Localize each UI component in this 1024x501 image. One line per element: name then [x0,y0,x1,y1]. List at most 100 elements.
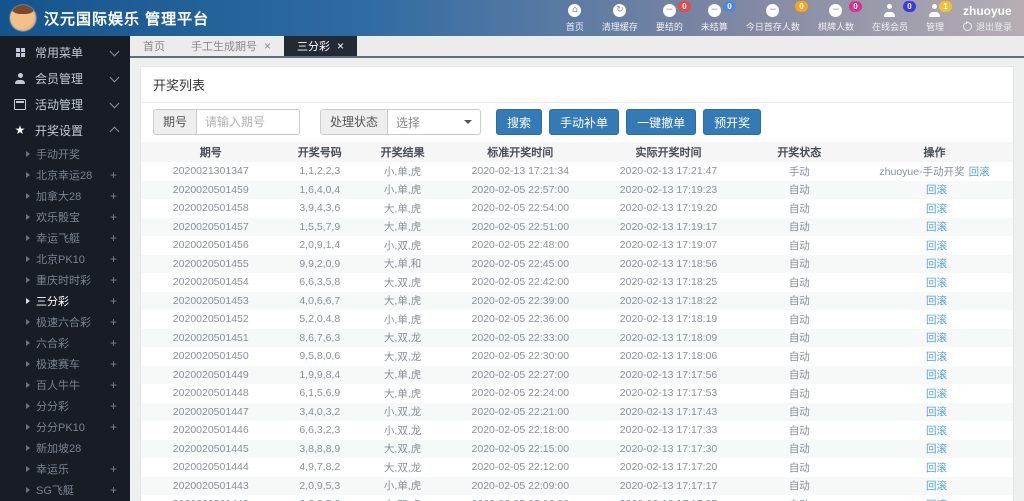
cell-operation: 回滚 [856,273,1013,292]
rollback-link[interactable]: 回滚 [926,221,947,233]
pre-draw-button[interactable]: 预开奖 [703,109,762,135]
sidebar-item[interactable]: 北京幸运28 + [0,164,130,185]
sidebar-group-grid[interactable]: 常用菜单 [0,39,130,65]
sidebar-group-activity[interactable]: 活动管理 [0,91,130,117]
tab-三分彩[interactable]: 三分彩 × [284,36,358,56]
column-header: 开奖结果 [358,142,447,162]
search-button[interactable]: 搜索 [496,109,543,135]
plus-icon[interactable]: + [110,274,117,286]
plus-icon[interactable]: + [110,379,117,391]
status-select-value: 选择 [396,115,421,130]
plus-icon[interactable]: + [110,169,117,181]
sidebar-item[interactable]: 北京PK10 + [0,248,130,269]
sidebar-item[interactable]: 极速六合彩 + [0,311,130,332]
plus-icon[interactable]: + [110,295,117,307]
rollback-link[interactable]: 回滚 [926,369,947,381]
rollback-link[interactable]: 回滚 [926,184,947,196]
header-nav-item-pending-settle[interactable]: − 要结的 0 [647,0,692,36]
plus-icon[interactable]: + [110,232,117,244]
header-nav-item-admin[interactable]: 管理 1 [917,0,953,36]
cell-result: 大,单,虎 [383,221,422,234]
today-first-deposit-icon: − [766,3,780,17]
rollback-link[interactable]: 回滚 [926,277,947,289]
table-row: 2020020501448 6,1,5,6,9 大,单,虎 2020-02-05 22… [141,384,1013,403]
status-select[interactable]: 选择 [387,109,482,135]
close-icon[interactable]: × [337,40,344,52]
one-key-cancel-button[interactable]: 一键撤单 [626,109,697,135]
plus-icon[interactable]: + [110,337,117,349]
header-nav-item-today-first-deposit[interactable]: − 今日首存人数 0 [737,0,809,36]
sidebar-item[interactable]: 分分PK10 + [0,416,130,437]
rollback-link[interactable]: 回滚 [926,351,947,363]
plus-icon[interactable]: + [110,421,117,433]
plus-icon[interactable]: + [110,190,117,202]
rollback-link[interactable]: 回滚 [926,443,947,455]
plus-icon[interactable]: + [110,400,117,412]
operation-text: zhuoyue-手动开奖 [879,165,965,178]
sidebar-item[interactable]: 分分彩 + [0,395,130,416]
sidebar-item[interactable]: SG飞艇 + [0,479,130,500]
rollback-link[interactable]: 回滚 [926,240,947,252]
sidebar-item[interactable]: 幸运飞艇 + [0,227,130,248]
cell-standard-time: 2020-02-05 22:45:00 [471,257,570,270]
sidebar-group-member[interactable]: 会员管理 [0,65,130,91]
rollback-link[interactable]: 回滚 [926,406,947,418]
cell-numbers: 4,0,6,6,7 [299,294,341,307]
cell-status: 自动 [788,239,810,252]
sidebar-group-star[interactable]: ★ 开奖设置 [0,117,130,143]
sidebar-item[interactable]: 重庆时时彩 + [0,269,130,290]
cell-standard-time: 2020-02-05 22:30:00 [471,350,570,363]
header-nav-item-home[interactable]: ⌂ 首页 [557,0,593,36]
sidebar-item[interactable]: 极速赛车 + [0,353,130,374]
rollback-link[interactable]: 回滚 [926,203,947,215]
rollback-link[interactable]: 回滚 [926,295,947,307]
sidebar-item[interactable]: 三分彩 + [0,290,130,311]
avatar[interactable] [10,5,36,31]
chevron-up-icon [109,126,120,137]
header-nav-item-player-count[interactable]: − 棋牌人数 0 [809,0,863,36]
caret-right-icon [26,150,30,157]
sidebar-item[interactable]: 幸运乐 + [0,458,130,479]
rollback-link[interactable]: 回滚 [926,258,947,270]
rollback-link[interactable]: 回滚 [926,425,947,437]
issue-input[interactable] [196,109,301,135]
cell-numbers: 1,9,9,8,4 [299,368,341,381]
logout-button[interactable]: 退出登录 [962,20,1012,33]
plus-icon[interactable]: + [110,358,117,370]
plus-icon[interactable]: + [110,463,117,475]
rollback-link[interactable]: 回滚 [926,314,947,326]
rollback-link[interactable]: 回滚 [926,480,947,492]
cell-actual-time: 2020-02-13 17:17:56 [619,368,718,381]
header-nav-item-online-members[interactable]: 在线会员 0 [863,0,917,36]
close-icon[interactable]: × [264,40,271,52]
online-members-icon [883,3,896,17]
cell-operation: 回滚 [856,255,1013,274]
rollback-link[interactable]: 回滚 [926,332,947,344]
plus-icon[interactable]: + [110,484,117,496]
username[interactable]: zhuoyue [963,4,1012,18]
plus-icon[interactable]: + [110,253,117,265]
caret-right-icon [26,360,30,367]
sidebar-item[interactable]: 欢乐骰宝 + [0,206,130,227]
sidebar-item[interactable]: 百人牛牛 + [0,374,130,395]
header-nav-item-unsettled[interactable]: − 未结算 0 [692,0,737,36]
manual-supplement-button[interactable]: 手动补单 [549,109,620,135]
rollback-link[interactable]: 回滚 [926,462,947,474]
sidebar-item[interactable]: 加拿大28 + [0,185,130,206]
sidebar-item[interactable]: 新加坡28 [0,437,130,458]
tab-首页[interactable]: 首页 [130,36,178,56]
tab-手工生成期号[interactable]: 手工生成期号 × [178,36,284,56]
sidebar-item-label: 分分PK10 [36,421,85,434]
cell-operation: 回滚 [856,292,1013,311]
rollback-link[interactable]: 回滚 [926,388,947,400]
rollback-link[interactable]: 回滚 [969,166,990,178]
sidebar-item[interactable]: 手动开奖 [0,143,130,164]
cell-result: 大,单,和 [383,258,422,271]
plus-icon[interactable]: + [110,316,117,328]
header-nav-item-clear-cache[interactable]: ↻ 清理缓存 [593,0,647,36]
plus-icon[interactable]: + [110,211,117,223]
app-title: 汉元国际娱乐 管理平台 [44,10,210,28]
sidebar-item-label: 北京PK10 [36,253,85,266]
table-row: 2020021301347 1,1,2,2,3 小,单,虎 2020-02-13 17… [141,162,1013,181]
sidebar-item[interactable]: 六合彩 + [0,332,130,353]
